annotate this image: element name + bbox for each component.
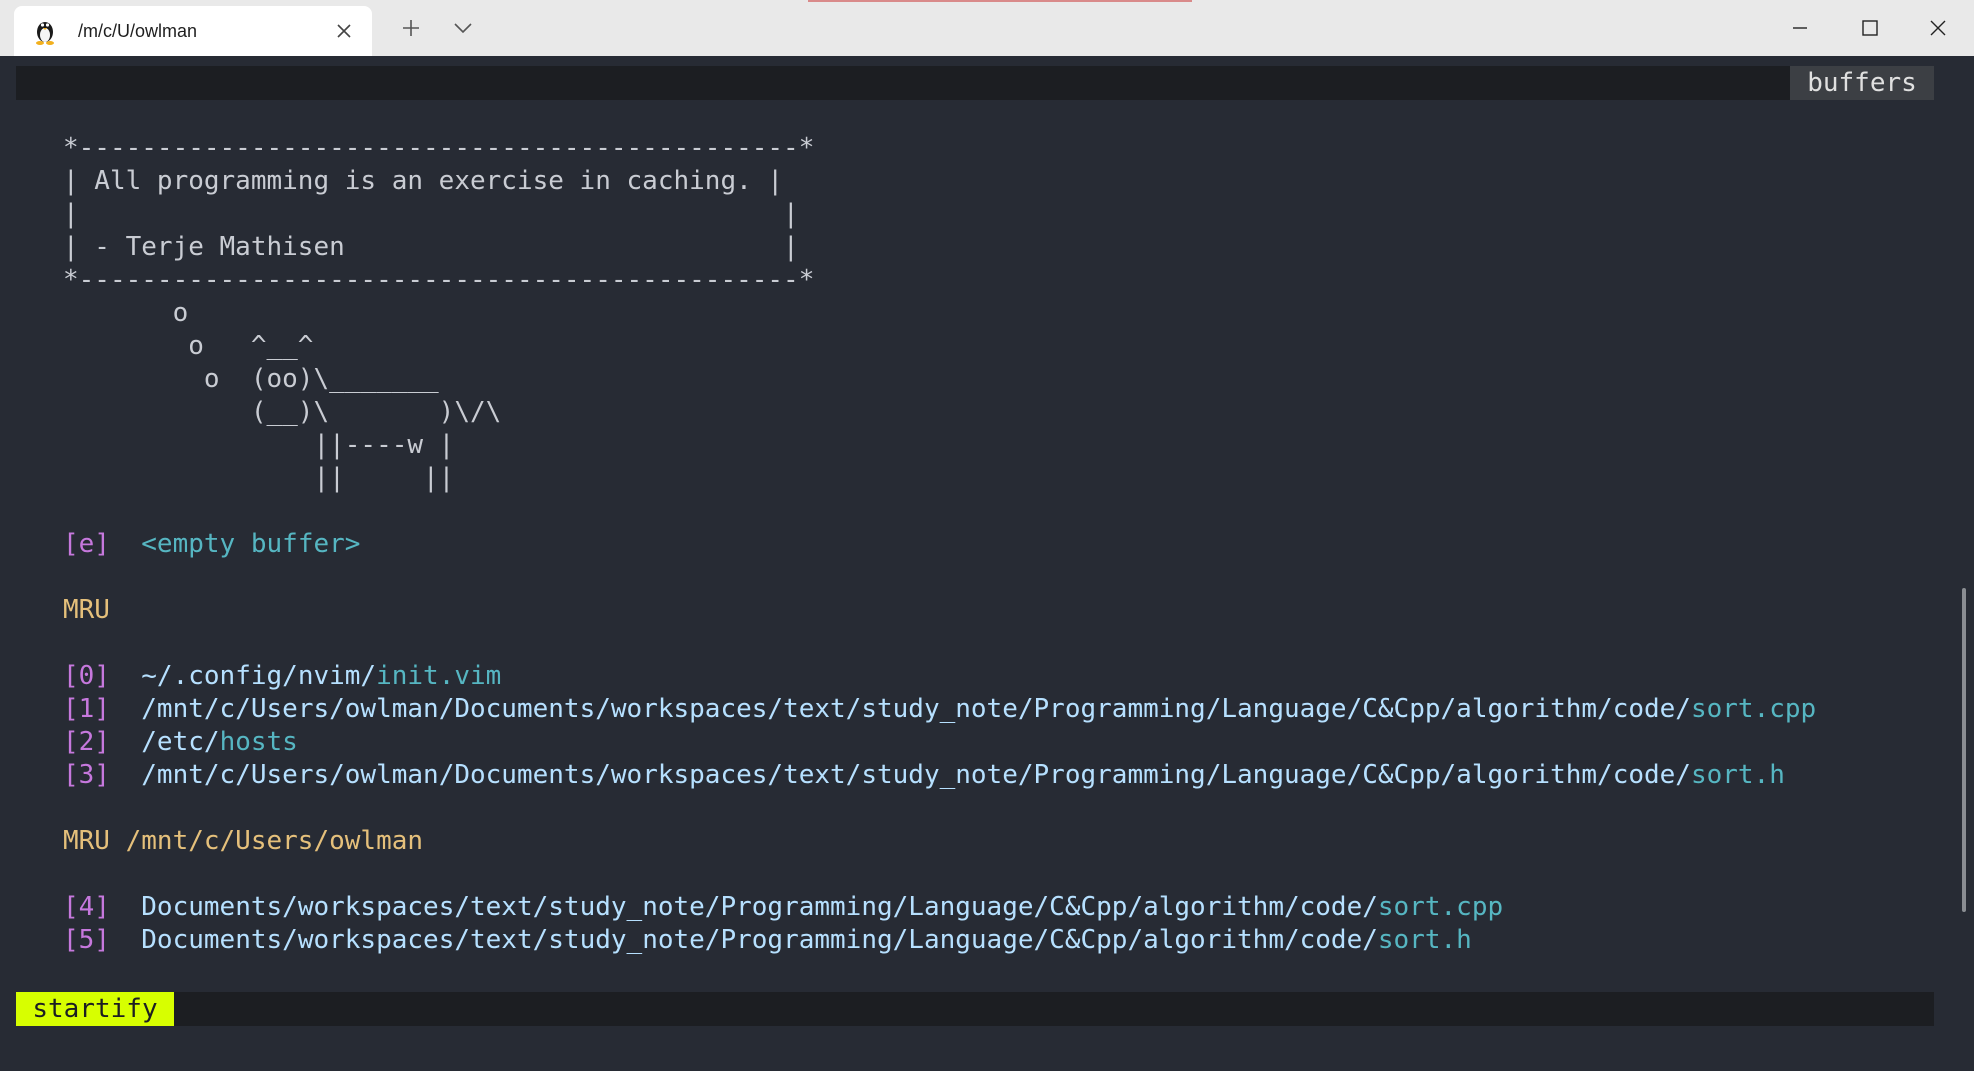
title-bar: /m/c/U/owlman: [0, 0, 1974, 56]
tab-title: /m/c/U/owlman: [78, 20, 198, 41]
tab-active[interactable]: /m/c/U/owlman: [14, 6, 372, 56]
buffers-label: buffers: [1790, 66, 1934, 100]
tab-dropdown-button[interactable]: [448, 12, 478, 44]
startify-content: *---------------------------------------…: [63, 132, 1816, 957]
mru-entry[interactable]: [3] /mnt/c/Users/owlman/Documents/worksp…: [63, 759, 1816, 792]
quote-line: | All programming is an exercise in cach…: [63, 166, 784, 196]
mru-dir-entry[interactable]: [5] Documents/workspaces/text/study_note…: [63, 924, 1816, 957]
terminal-window: /m/c/U/owlman buffers *-----------------…: [0, 0, 1974, 1071]
entry-file: sort.h: [1377, 925, 1472, 955]
empty-buffer-entry[interactable]: [e] <empty buffer>: [63, 528, 1816, 561]
chevron-down-icon: [454, 23, 472, 34]
plus-icon: [403, 20, 419, 36]
minimize-icon: [1793, 27, 1807, 29]
scrollbar[interactable]: [1962, 588, 1966, 912]
entry-file: sort.cpp: [1377, 892, 1504, 922]
cow-line: (__)\ )\/\: [63, 397, 502, 427]
empty-buffer-label: <empty buffer>: [141, 529, 361, 559]
entry-key: [2]: [63, 727, 110, 757]
entry-file: init.vim: [376, 661, 502, 691]
cow-line: ||----w |: [63, 430, 455, 460]
cow-line: o ^__^: [63, 331, 314, 361]
entry-file: hosts: [219, 727, 298, 757]
minimize-button[interactable]: [1780, 10, 1820, 46]
entry-key: [4]: [63, 892, 110, 922]
tab-close-button[interactable]: [332, 19, 356, 43]
quote-line: *---------------------------------------…: [63, 133, 815, 163]
accent-line: [808, 0, 1192, 2]
vim-tabline: buffers: [16, 66, 1934, 100]
mru-entry[interactable]: [0] ~/.config/nvim/init.vim: [63, 660, 1816, 693]
window-close-button[interactable]: [1918, 10, 1958, 46]
mru-entry[interactable]: [1] /mnt/c/Users/owlman/Documents/worksp…: [63, 693, 1816, 726]
terminal-area[interactable]: buffers *-------------------------------…: [0, 56, 1974, 1071]
maximize-button[interactable]: [1850, 10, 1890, 46]
mru-dir-entry[interactable]: [4] Documents/workspaces/text/study_note…: [63, 891, 1816, 924]
mru-dir-header: MRU /mnt/c/Users/owlman: [63, 826, 424, 856]
entry-key: [1]: [63, 694, 110, 724]
close-icon: [337, 24, 351, 38]
entry-path: Documents/workspaces/text/study_note/Pro…: [141, 892, 1378, 922]
cow-line: o (oo)\_______: [63, 364, 439, 394]
entry-path: /mnt/c/Users/owlman/Documents/workspaces…: [141, 694, 1691, 724]
mru-entry[interactable]: [2] /etc/hosts: [63, 726, 1816, 759]
cow-line: || ||: [63, 463, 455, 493]
entry-key: [3]: [63, 760, 110, 790]
entry-file: sort.cpp: [1690, 694, 1817, 724]
entry-path: /etc/: [141, 727, 220, 757]
statusline-mode: startify: [16, 992, 174, 1026]
entry-path: /mnt/c/Users/owlman/Documents/workspaces…: [141, 760, 1691, 790]
entry-key: [5]: [63, 925, 110, 955]
quote-line: | |: [63, 199, 799, 229]
close-icon: [1930, 20, 1946, 36]
entry-file: sort.h: [1690, 760, 1785, 790]
cow-line: o: [63, 298, 189, 328]
entry-path: Documents/workspaces/text/study_note/Pro…: [141, 925, 1378, 955]
tux-penguin-icon: [36, 22, 54, 45]
quote-line: | - Terje Mathisen |: [63, 232, 799, 262]
statusline: startify: [16, 992, 1934, 1026]
entry-key: [e]: [63, 529, 110, 559]
quote-line: *---------------------------------------…: [63, 265, 815, 295]
maximize-icon: [1862, 20, 1878, 36]
entry-path: ~/.config/nvim/: [141, 661, 377, 691]
entry-key: [0]: [63, 661, 110, 691]
mru-header: MRU: [63, 595, 110, 625]
new-tab-button[interactable]: [396, 12, 426, 44]
